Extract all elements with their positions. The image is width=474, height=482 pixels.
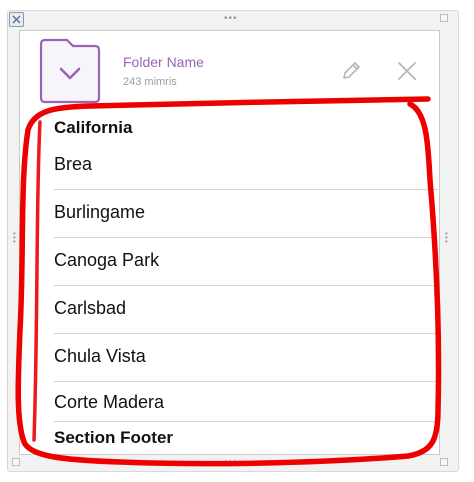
drag-handle-icon[interactable]: ••• — [224, 14, 238, 24]
folder-header: Folder Name 243 mimris — [37, 38, 427, 108]
list-item[interactable]: Carlsbad — [20, 286, 438, 334]
resize-handle[interactable] — [12, 458, 20, 466]
list-item-label: Carlsbad — [54, 298, 127, 318]
list-item[interactable]: Corte Madera — [20, 382, 438, 422]
folder-name: Folder Name — [123, 54, 204, 70]
list-item[interactable]: Brea — [20, 142, 438, 190]
drag-handle-icon[interactable]: ••• — [13, 230, 17, 246]
folder-subtitle: 243 mimris — [123, 76, 177, 88]
list-item-label: Corte Madera — [54, 392, 165, 412]
list-item-label: Brea — [54, 154, 93, 174]
close-icon — [398, 62, 416, 80]
pencil-icon — [343, 62, 360, 79]
list-item[interactable]: Burlingame — [20, 190, 438, 238]
list-item[interactable]: Canoga Park — [20, 238, 438, 286]
section-footer: Section Footer — [54, 428, 174, 447]
drag-handle-icon[interactable]: ••• — [445, 230, 449, 246]
close-button[interactable] — [396, 60, 418, 82]
folder-icon[interactable] — [37, 38, 103, 109]
list-item-label: Burlingame — [54, 202, 146, 222]
window-close-icon[interactable] — [9, 12, 24, 27]
resize-handle[interactable] — [440, 14, 448, 22]
row-separator — [54, 421, 438, 422]
list-item-label: Canoga Park — [54, 250, 160, 270]
edit-button[interactable] — [340, 60, 362, 82]
section-header: California — [54, 118, 133, 137]
resize-handle[interactable] — [440, 458, 448, 466]
list-item[interactable]: Chula Vista — [20, 334, 438, 382]
drag-handle-icon[interactable]: ••• — [224, 458, 238, 468]
list-item-label: Chula Vista — [54, 346, 146, 366]
